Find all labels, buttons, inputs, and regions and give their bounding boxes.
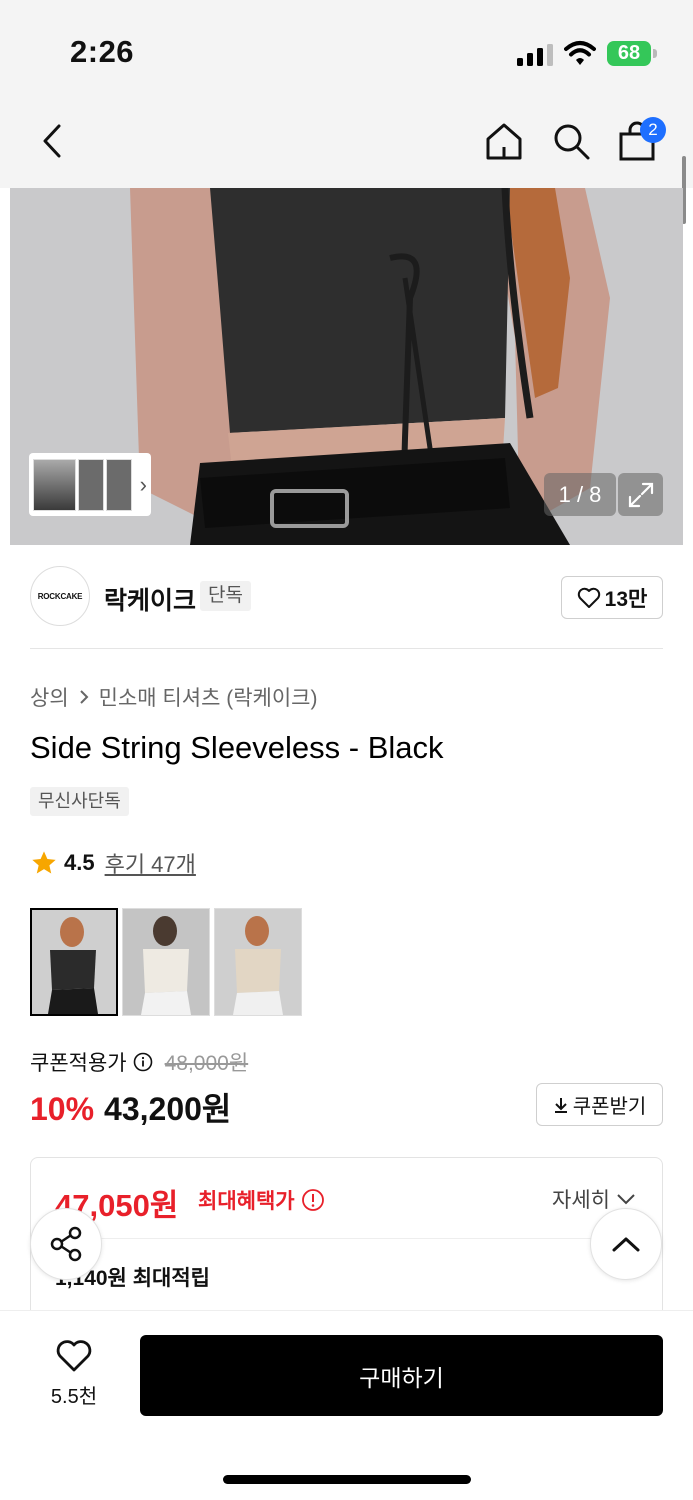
- chevron-up-icon: [612, 1237, 640, 1252]
- rating-row: 4.5 후기 47개: [30, 847, 196, 879]
- color-option-beige[interactable]: [214, 908, 302, 1016]
- get-coupon-button[interactable]: 쿠폰받기: [536, 1083, 663, 1126]
- color-thumbnail-image: [32, 910, 116, 1014]
- home-indicator: [223, 1475, 471, 1484]
- gallery-thumbnail[interactable]: [78, 458, 105, 511]
- wishlist-count: 5.5천: [50, 1386, 98, 1408]
- coupon-price-label: 쿠폰적용가: [30, 1052, 127, 1075]
- section-divider: [30, 648, 663, 649]
- scroll-top-button[interactable]: [590, 1208, 662, 1280]
- gallery-thumbnail-strip[interactable]: ›: [29, 453, 151, 516]
- battery-tip: [653, 49, 657, 58]
- bottom-action-bar: 5.5천 구매하기: [0, 1310, 693, 1500]
- status-bar: 2:26 68: [0, 0, 693, 100]
- brand-like-button[interactable]: 13만: [561, 576, 663, 619]
- color-option-white[interactable]: [122, 908, 210, 1016]
- star-icon: [32, 851, 56, 874]
- cellular-signal-icon: [517, 44, 553, 66]
- expand-image-button[interactable]: [618, 473, 663, 516]
- max-benefit-label-row: 최대혜택가: [198, 1185, 325, 1215]
- home-button[interactable]: [481, 116, 527, 166]
- breadcrumb: 상의 민소매 티셔츠 (락케이크): [30, 682, 318, 712]
- price-row: 10% 43,200원: [30, 1084, 231, 1130]
- expand-icon: [628, 482, 653, 507]
- gallery-thumbnail[interactable]: [33, 458, 77, 511]
- share-button[interactable]: [30, 1208, 102, 1280]
- buy-button-label: 구매하기: [359, 1364, 444, 1391]
- search-button[interactable]: [548, 116, 594, 166]
- discount-rate: 10%: [30, 1091, 95, 1127]
- info-icon[interactable]: [301, 1188, 325, 1212]
- reviews-link[interactable]: 후기 47개: [105, 847, 196, 879]
- product-title: Side String Sleeveless - Black: [30, 730, 444, 765]
- exclusive-badge: 무신사단독: [30, 787, 129, 816]
- status-time: 2:26: [70, 34, 135, 69]
- color-thumbnail-image: [215, 909, 301, 1015]
- heart-icon: [577, 587, 600, 608]
- home-icon: [486, 123, 522, 160]
- wishlist-button[interactable]: 5.5천: [34, 1339, 114, 1409]
- original-price: 48,000원: [164, 1052, 249, 1075]
- heart-icon: [56, 1340, 92, 1372]
- breadcrumb-subcategory[interactable]: 민소매 티셔츠 (락케이크): [99, 682, 318, 712]
- gallery-thumbnail[interactable]: [106, 458, 132, 511]
- info-icon[interactable]: [133, 1052, 153, 1072]
- download-icon: [554, 1097, 567, 1113]
- brand-name[interactable]: 락케이크: [104, 581, 196, 617]
- max-benefit-label: 최대혜택가: [198, 1190, 295, 1213]
- chevron-down-icon: [617, 1194, 635, 1205]
- battery-level: 68: [607, 41, 651, 66]
- breadcrumb-category[interactable]: 상의: [30, 682, 69, 712]
- buy-button[interactable]: 구매하기: [140, 1335, 663, 1416]
- back-button[interactable]: [29, 116, 75, 166]
- benefit-detail-label: 자세히: [552, 1189, 610, 1212]
- rating-score: 4.5: [64, 850, 95, 875]
- brand-like-count: 13만: [604, 587, 648, 611]
- wifi-icon: [564, 41, 596, 65]
- brand-logo[interactable]: ROCKCAKE: [30, 566, 90, 626]
- color-option-black[interactable]: [30, 908, 118, 1016]
- product-image-gallery[interactable]: › 1 / 8: [10, 188, 683, 545]
- coupon-price-label-row: 쿠폰적용가 48,000원: [30, 1047, 248, 1077]
- brand-row: ROCKCAKE 락케이크 단독 13만: [30, 566, 663, 628]
- cart-button[interactable]: 2: [614, 116, 666, 166]
- chevron-right-icon: [79, 690, 89, 704]
- share-icon: [50, 1226, 82, 1262]
- final-price: 43,200원: [104, 1091, 232, 1127]
- get-coupon-label: 쿠폰받기: [572, 1096, 647, 1118]
- chevron-right-icon: ›: [139, 471, 147, 497]
- color-options: [30, 908, 302, 1016]
- top-nav: 2: [0, 100, 693, 188]
- benefit-divider: [51, 1238, 644, 1239]
- cart-count-badge: 2: [640, 117, 666, 143]
- color-thumbnail-image: [123, 909, 209, 1015]
- image-counter: 1 / 8: [544, 473, 616, 516]
- brand-exclusive-tag: 단독: [200, 581, 251, 611]
- chevron-left-icon: [43, 124, 61, 158]
- search-icon: [554, 124, 590, 160]
